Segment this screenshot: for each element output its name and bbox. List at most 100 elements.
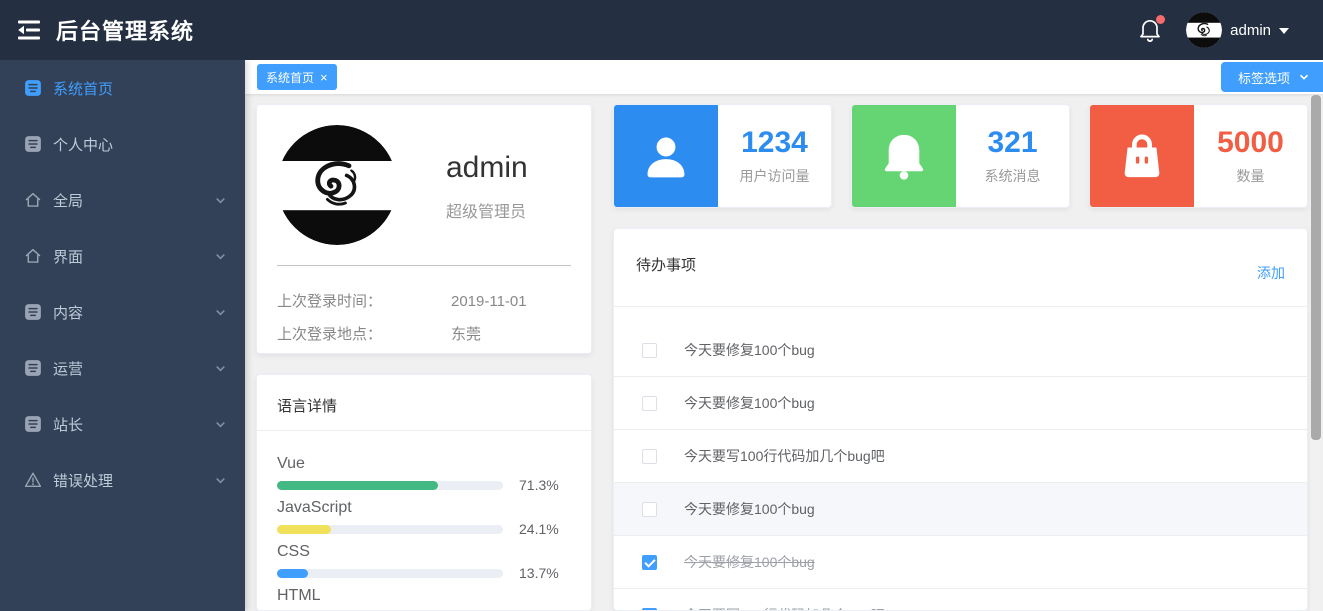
dashboard-content: admin 超级管理员 上次登录时间： 2019-11-01 上次登录地点： 东…: [245, 94, 1323, 611]
stats-row: 1234 用户访问量 321 系统消息 5000 数量: [613, 104, 1308, 208]
checkbox[interactable]: [642, 342, 657, 358]
main-area: 系统首页 × 标签选项 admin 超级管理员 上次登录时间： 2019-11-…: [245, 60, 1323, 611]
profile-name: admin: [446, 151, 528, 184]
language-row: HTML 5.9%: [277, 586, 571, 610]
profile-card: admin 超级管理员 上次登录时间： 2019-11-01 上次登录地点： 东…: [256, 104, 592, 354]
document-icon: [24, 359, 42, 377]
todo-text: 今天要修复100个bug: [684, 395, 815, 411]
scrollbar-thumb[interactable]: [1311, 95, 1321, 440]
checkbox[interactable]: [642, 607, 657, 610]
stat-value: 321: [987, 125, 1038, 159]
language-row: JavaScript 24.1%: [277, 498, 571, 537]
checkbox[interactable]: [642, 554, 657, 570]
collapse-menu-icon[interactable]: [16, 19, 42, 41]
app-window: 后台管理系统 admin 系统首页 个人中心 全局 界面 内容 运营 站长 错误…: [0, 0, 1323, 611]
sidebar-item-label: 站长: [53, 416, 84, 434]
tabs-bar: 系统首页 × 标签选项: [245, 60, 1323, 94]
scrollbar: [1311, 95, 1321, 611]
app-title: 后台管理系统: [56, 19, 195, 44]
sidebar-item-label: 全局: [53, 192, 84, 210]
chevron-down-icon: [214, 250, 227, 263]
chevron-down-icon: [1299, 74, 1309, 80]
todo-add-link[interactable]: 添加: [1257, 263, 1285, 283]
language-row: CSS 13.7%: [277, 542, 571, 581]
tab-dashboard[interactable]: 系统首页 ×: [257, 64, 337, 90]
language-card-title: 语言详情: [257, 375, 591, 431]
todo-item: 今天要修复100个bug: [614, 536, 1307, 589]
stat-label: 系统消息: [984, 167, 1041, 184]
todo-text: 今天要修复100个bug: [684, 501, 815, 517]
document-icon: [24, 415, 42, 433]
progress-bar: [277, 568, 503, 578]
last-login-time-row: 上次登录时间： 2019-11-01: [277, 289, 571, 314]
language-name: HTML: [277, 587, 321, 604]
todo-text: 今天要修复100个bug: [684, 554, 815, 570]
sidebar-item-interface[interactable]: 界面: [0, 228, 245, 284]
language-name: CSS: [277, 543, 310, 560]
sidebar-item-label: 内容: [53, 304, 84, 322]
todo-item: 今天要修复100个bug: [614, 377, 1307, 430]
stat-value: 5000: [1217, 125, 1284, 159]
notification-dot: [1156, 15, 1166, 24]
checkbox[interactable]: [642, 395, 657, 411]
sidebar-item-global[interactable]: 全局: [0, 172, 245, 228]
stat-label: 数量: [1236, 167, 1265, 184]
home-icon: [24, 247, 42, 265]
todo-list: 今天要修复100个bug 今天要修复100个bug 今天要写100行代码加几个b…: [614, 307, 1307, 610]
sidebar-item-dashboard[interactable]: 系统首页: [0, 60, 245, 116]
username-label: admin: [1230, 21, 1271, 39]
stat-card-messages[interactable]: 321 系统消息: [851, 104, 1070, 208]
sidebar: 系统首页 个人中心 全局 界面 内容 运营 站长 错误处理: [0, 60, 245, 611]
sidebar-item-label: 界面: [53, 248, 84, 266]
progress-percent: 24.1%: [519, 521, 559, 537]
last-login-place-value: 东莞: [451, 326, 482, 343]
sidebar-item-webmaster[interactable]: 站长: [0, 396, 245, 452]
language-detail-card: 语言详情 Vue 71.3% JavaScript 24.1% CSS 13.7…: [256, 374, 592, 611]
stat-card-visits[interactable]: 1234 用户访问量: [613, 104, 832, 208]
progress-bar: [277, 524, 503, 534]
user-center-icon: [24, 135, 42, 153]
sidebar-item-profile[interactable]: 个人中心: [0, 116, 245, 172]
sidebar-item-operations[interactable]: 运营: [0, 340, 245, 396]
stat-value: 1234: [741, 125, 808, 159]
chevron-down-icon: [214, 194, 227, 207]
last-login-place-label: 上次登录地点：: [277, 326, 383, 343]
chevron-down-icon: [214, 362, 227, 375]
user-menu[interactable]: admin: [1186, 12, 1289, 48]
avatar: [1186, 12, 1223, 48]
language-name: JavaScript: [277, 499, 352, 516]
language-row: Vue 71.3%: [277, 454, 571, 493]
sidebar-item-label: 运营: [53, 360, 84, 378]
progress-percent: 13.7%: [519, 565, 559, 581]
chevron-down-icon: [214, 474, 227, 487]
sidebar-item-content[interactable]: 内容: [0, 284, 245, 340]
chevron-down-icon: [214, 418, 227, 431]
todo-text: 今天要修复100个bug: [684, 342, 815, 358]
todo-card: 待办事项 添加 今天要修复100个bug 今天要修复100个bug 今天要写10…: [613, 228, 1308, 611]
sidebar-item-label: 个人中心: [53, 136, 114, 154]
divider: [277, 265, 571, 266]
todo-item: 今天要修复100个bug: [614, 324, 1307, 377]
todo-title: 待办事项: [636, 257, 697, 274]
todo-text: 今天要写100行代码加几个bug吧: [684, 448, 885, 464]
tag-options-button[interactable]: 标签选项: [1220, 62, 1323, 92]
sidebar-item-label: 系统首页: [53, 80, 114, 98]
language-name: Vue: [277, 455, 305, 472]
close-icon[interactable]: ×: [320, 71, 328, 84]
tag-options-label: 标签选项: [1237, 70, 1290, 86]
sidebar-item-error-handling[interactable]: 错误处理: [0, 452, 245, 508]
stat-card-quantity[interactable]: 5000 数量: [1089, 104, 1308, 208]
progress-percent: 71.3%: [519, 477, 559, 493]
checkbox[interactable]: [642, 448, 657, 464]
todo-item: 今天要写100行代码加几个bug吧: [614, 430, 1307, 483]
checkbox[interactable]: [642, 501, 657, 517]
notification-bell-icon[interactable]: [1138, 15, 1166, 43]
last-login-place-row: 上次登录地点： 东莞: [277, 322, 571, 347]
progress-bar: [277, 480, 503, 490]
warning-icon: [24, 471, 42, 489]
sidebar-item-label: 错误处理: [53, 472, 114, 490]
todo-item: 今天要写100行代码加几个bug吧: [614, 589, 1307, 610]
user-icon: [614, 105, 718, 207]
top-header-bar: 后台管理系统 admin: [0, 0, 1323, 60]
bell-icon: [852, 105, 956, 207]
